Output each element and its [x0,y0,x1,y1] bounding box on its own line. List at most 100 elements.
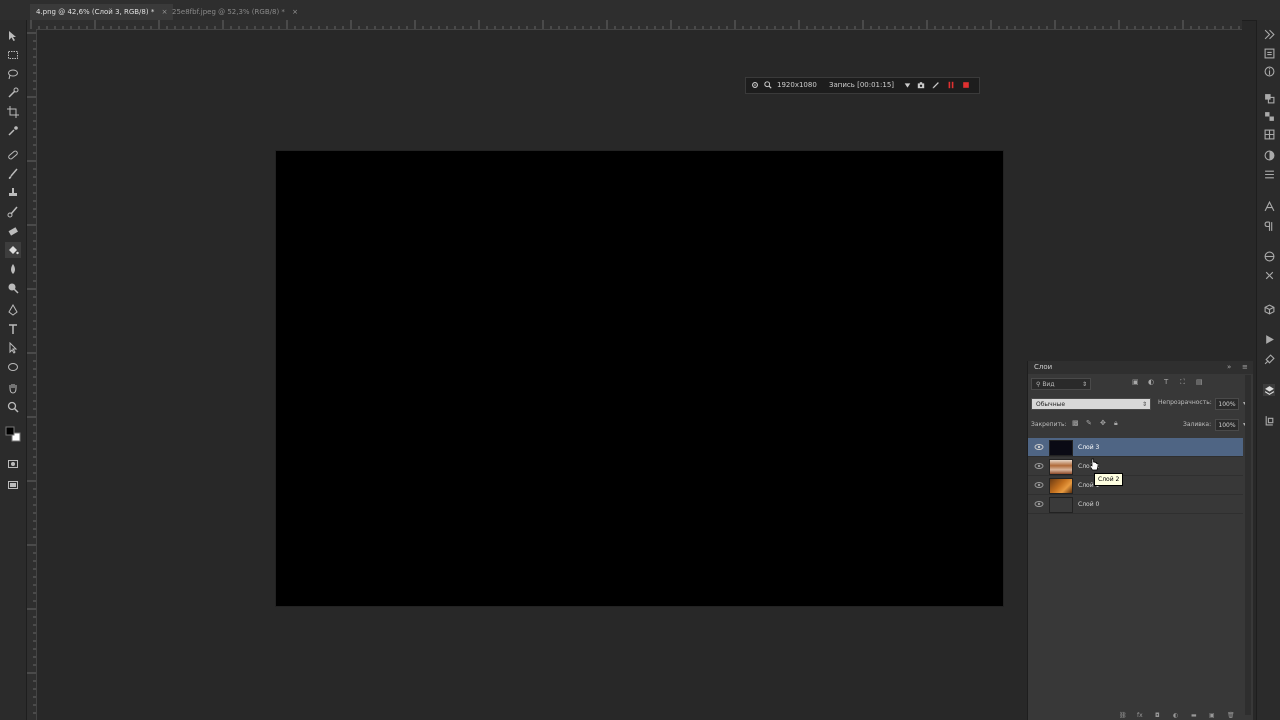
tool-presets-icon[interactable] [1263,353,1275,365]
lock-pixels-icon[interactable]: ✎ [1086,419,1092,427]
move-tool-icon[interactable] [5,28,21,44]
eyedropper-tool-icon[interactable] [5,123,21,139]
dodge-tool-icon[interactable] [5,280,21,296]
visibility-eye-icon[interactable] [1034,442,1044,452]
zoom-icon[interactable] [764,78,772,95]
settings-icon[interactable] [751,78,759,95]
tools-panel [0,20,27,720]
ellipse-tool-icon[interactable] [5,359,21,375]
color-icon[interactable] [1263,92,1275,104]
clone-stamp-tool-icon[interactable] [5,185,21,201]
pen-tool-icon[interactable] [5,302,21,318]
history-brush-tool-icon[interactable] [5,204,21,220]
layer-row[interactable]: Слой 0 [1028,495,1243,514]
lasso-tool-icon[interactable] [5,66,21,82]
new-group-icon[interactable]: ▬ [1191,712,1197,719]
fill-label: Заливка: [1183,421,1212,428]
layer-filter-select[interactable]: ⚲ Вид ⇕ [1031,378,1091,390]
new-layer-icon[interactable]: ▣ [1209,712,1215,719]
link-layers-icon[interactable]: ⛓ [1119,712,1127,719]
styles-icon[interactable] [1263,128,1275,140]
path-selection-tool-icon[interactable] [5,340,21,356]
chevron-down-icon[interactable] [904,78,911,95]
tab-4-png[interactable]: 4.png @ 42,6% (Слой 3, RGB/8) * × [30,4,174,20]
lock-position-icon[interactable]: ✥ [1100,419,1106,427]
close-icon[interactable]: × [292,8,298,16]
document-canvas[interactable] [276,151,1003,606]
lock-transparent-icon[interactable]: ▩ [1072,419,1079,427]
history-icon[interactable] [1263,47,1275,59]
layers-scrollbar[interactable] [1245,375,1251,715]
properties-icon[interactable] [1263,168,1275,180]
layer-style-icon[interactable]: fx [1137,712,1143,719]
filter-kind-label: Вид [1042,381,1055,388]
layer-row[interactable]: Слой 3 [1028,438,1243,457]
visibility-eye-icon[interactable] [1034,461,1044,471]
opacity-label: Непрозрачность: [1158,399,1212,406]
paint-bucket-tool-icon[interactable] [5,242,21,258]
panels-dock [1256,20,1280,720]
chevron-updown-icon: ⇕ [1081,381,1087,388]
screen-recorder-toolbar: 1920x1080 Запись [00:01:15] [745,77,980,94]
filter-smart-object-icon[interactable]: ▤ [1196,378,1206,388]
filter-shape-icon[interactable]: ⛶ [1180,378,1190,388]
channels-icon[interactable] [1263,414,1275,426]
layer-tooltip: Слой 2 [1094,473,1124,486]
blend-mode-select[interactable]: Обычные ⇕ [1031,398,1151,410]
crop-tool-icon[interactable] [5,104,21,120]
zoom-tool-icon[interactable] [5,399,21,415]
layer-row[interactable]: Слой 1 [1028,476,1243,495]
tab-label: 4.png @ 42,6% (Слой 3, RGB/8) * [36,8,155,16]
blur-tool-icon[interactable] [5,261,21,277]
quick-selection-tool-icon[interactable] [5,85,21,101]
type-tool-icon[interactable] [5,321,21,337]
filter-type-icon[interactable]: T [1164,378,1174,388]
lock-all-icon[interactable]: 🔒︎ [1114,419,1118,428]
pause-icon[interactable] [947,78,955,95]
collapse-panel-icon[interactable]: » [1227,361,1231,374]
paragraph-icon[interactable] [1263,220,1275,232]
3d-icon[interactable] [1263,250,1275,262]
mouse-cursor-icon [1089,458,1099,471]
opacity-input[interactable]: 100% [1215,398,1239,410]
visibility-eye-icon[interactable] [1034,499,1044,509]
brush-presets-icon[interactable] [1263,269,1275,281]
add-mask-icon[interactable]: ◘ [1155,712,1160,719]
swatches-icon[interactable] [1263,110,1275,122]
visibility-eye-icon[interactable] [1034,480,1044,490]
hand-tool-icon[interactable] [5,380,21,396]
panel-title[interactable]: Слои [1034,361,1052,374]
layer-list: Слой 3 Слой 2 Слой 1 Слой 0 [1028,438,1243,514]
tab-25e8fbf-jpeg[interactable]: 25e8fbf.jpeg @ 52,3% (RGB/8) * × [166,4,304,20]
character-icon[interactable] [1263,200,1275,212]
screen-mode-icon[interactable] [5,477,21,493]
recording-timer: Запись [00:01:15] [829,81,895,89]
brush-tool-icon[interactable] [5,166,21,182]
tab-label: 25e8fbf.jpeg @ 52,3% (RGB/8) * [172,8,285,16]
quick-mask-icon[interactable] [5,456,21,472]
info-icon[interactable] [1263,65,1275,77]
fill-input[interactable]: 100% [1215,419,1239,431]
eraser-tool-icon[interactable] [5,223,21,239]
new-adjustment-icon[interactable]: ◐ [1173,712,1178,719]
layer-row[interactable]: Слой 2 [1028,457,1243,476]
camera-icon[interactable] [917,78,925,95]
color-swatches-icon[interactable] [5,426,21,442]
filter-adjustment-icon[interactable]: ◐ [1148,378,1158,388]
delete-layer-icon[interactable]: 🗑︎ [1227,712,1235,719]
layers-icon[interactable] [1263,384,1275,396]
stop-icon[interactable] [962,78,970,95]
panel-menu-icon[interactable]: ≡ [1242,361,1248,374]
collapse-icon[interactable] [1263,28,1275,40]
layers-panel: Слои » ≡ ⚲ Вид ⇕ ▣ ◐ T ⛶ ▤ Обычные ⇕ Неп… [1027,361,1253,720]
horizontal-ruler [27,20,1242,30]
play-actions-icon[interactable] [1263,333,1275,345]
pencil-icon[interactable] [932,78,940,95]
adjustments-icon[interactable] [1263,149,1275,161]
filter-pixel-icon[interactable]: ▣ [1132,378,1142,388]
healing-brush-tool-icon[interactable] [5,147,21,163]
cube-icon[interactable] [1263,303,1275,315]
marquee-tool-icon[interactable] [5,47,21,63]
layer-thumbnail [1049,440,1073,456]
layer-name: Слой 3 [1078,444,1100,451]
